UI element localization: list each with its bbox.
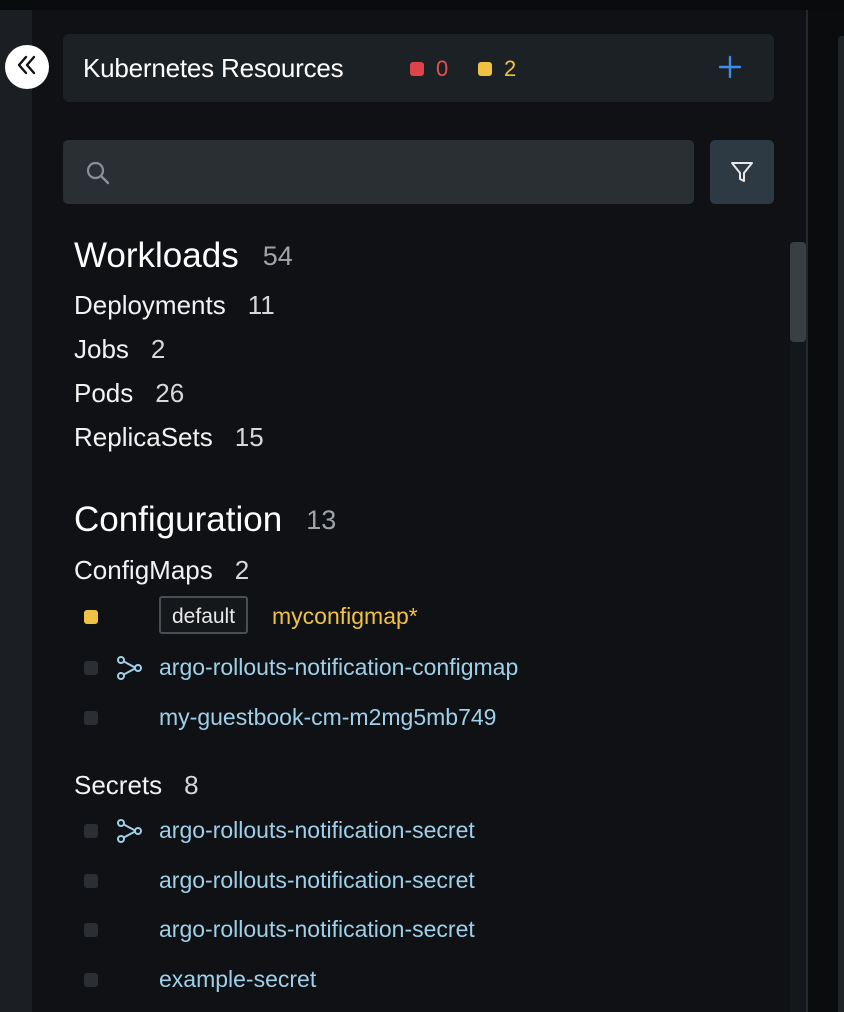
resource-name[interactable]: argo-rollouts-notification-secret bbox=[159, 867, 475, 894]
error-count-badge[interactable]: 0 bbox=[410, 56, 448, 82]
kind-label: ConfigMaps bbox=[74, 555, 213, 585]
warning-status-icon bbox=[84, 610, 98, 624]
kind-label: Deployments bbox=[74, 290, 226, 320]
warning-status-icon bbox=[478, 62, 492, 76]
add-resource-button[interactable] bbox=[715, 52, 745, 82]
group-count: 13 bbox=[306, 505, 337, 535]
resource-name[interactable]: myconfigmap* bbox=[272, 603, 418, 630]
kind-count: 2 bbox=[234, 555, 250, 585]
status-indicator bbox=[84, 824, 98, 838]
kind-label: ReplicaSets bbox=[74, 422, 213, 452]
search-box bbox=[63, 140, 694, 204]
kind-count: 11 bbox=[247, 290, 275, 320]
relationship-icon bbox=[116, 818, 144, 849]
search-input[interactable] bbox=[123, 150, 687, 196]
filter-icon bbox=[731, 162, 753, 182]
status-indicator bbox=[84, 874, 98, 888]
resource-name[interactable]: my-guestbook-cm-m2mg5mb749 bbox=[159, 704, 496, 731]
resource-name[interactable]: argo-rollouts-notification-configmap bbox=[159, 654, 518, 681]
double-chevron-left-icon bbox=[15, 54, 39, 81]
kind-pods[interactable]: Pods 26 bbox=[74, 378, 184, 409]
group-count: 54 bbox=[262, 241, 293, 271]
kind-deployments[interactable]: Deployments 11 bbox=[74, 290, 275, 321]
relationship-icon bbox=[116, 655, 144, 686]
resource-row[interactable]: my-guestbook-cm-m2mg5mb749 bbox=[74, 698, 774, 738]
resource-name[interactable]: example-secret bbox=[159, 966, 316, 993]
status-indicator bbox=[84, 973, 98, 987]
adjacent-panel-edge bbox=[838, 36, 844, 1012]
kind-label: Pods bbox=[74, 378, 134, 408]
error-count: 0 bbox=[436, 56, 449, 81]
status-indicator bbox=[84, 661, 98, 675]
error-status-icon bbox=[410, 62, 424, 76]
resource-row[interactable]: argo-rollouts-notification-secret bbox=[74, 910, 774, 950]
kind-label: Secrets bbox=[74, 770, 163, 800]
warning-count-badge[interactable]: 2 bbox=[478, 56, 516, 82]
resource-row[interactable]: argo-rollouts-notification-secret bbox=[74, 811, 774, 851]
kind-count: 15 bbox=[234, 422, 264, 452]
panel-title: Kubernetes Resources bbox=[83, 53, 344, 83]
search-icon bbox=[85, 160, 111, 191]
group-title-workloads: Workloads 54 bbox=[74, 236, 293, 276]
group-label: Configuration bbox=[74, 500, 283, 539]
filter-button[interactable] bbox=[710, 140, 774, 204]
scrollbar-thumb[interactable] bbox=[790, 242, 806, 342]
kind-jobs[interactable]: Jobs 2 bbox=[74, 334, 165, 365]
kind-count: 2 bbox=[150, 334, 166, 364]
warning-count: 2 bbox=[504, 56, 517, 81]
collapse-panel-button[interactable] bbox=[5, 45, 49, 89]
resource-row[interactable]: example-secret bbox=[74, 960, 774, 1000]
panel-header: Kubernetes Resources 0 2 bbox=[63, 34, 774, 102]
group-label: Workloads bbox=[74, 236, 239, 275]
kind-secrets[interactable]: Secrets 8 bbox=[74, 770, 199, 801]
kind-label: Jobs bbox=[74, 334, 129, 364]
left-rail bbox=[0, 10, 32, 1012]
resource-name[interactable]: argo-rollouts-notification-secret bbox=[159, 817, 475, 844]
namespace-tag: default bbox=[159, 596, 249, 634]
resource-row[interactable]: default myconfigmap* bbox=[74, 596, 774, 637]
resource-name[interactable]: argo-rollouts-notification-secret bbox=[159, 916, 475, 943]
kind-configmaps[interactable]: ConfigMaps 2 bbox=[74, 555, 249, 586]
kind-count: 8 bbox=[184, 770, 199, 800]
top-bar bbox=[0, 0, 844, 10]
group-title-configuration: Configuration 13 bbox=[74, 500, 336, 540]
resource-row[interactable]: argo-rollouts-notification-configmap bbox=[74, 648, 774, 688]
kind-count: 26 bbox=[155, 378, 185, 408]
status-indicator bbox=[84, 711, 98, 725]
plus-icon bbox=[718, 55, 742, 79]
scrollbar-track[interactable] bbox=[790, 242, 806, 1012]
status-indicator bbox=[84, 923, 98, 937]
kind-replicasets[interactable]: ReplicaSets 15 bbox=[74, 422, 264, 453]
resource-row[interactable]: argo-rollouts-notification-secret bbox=[74, 861, 774, 901]
